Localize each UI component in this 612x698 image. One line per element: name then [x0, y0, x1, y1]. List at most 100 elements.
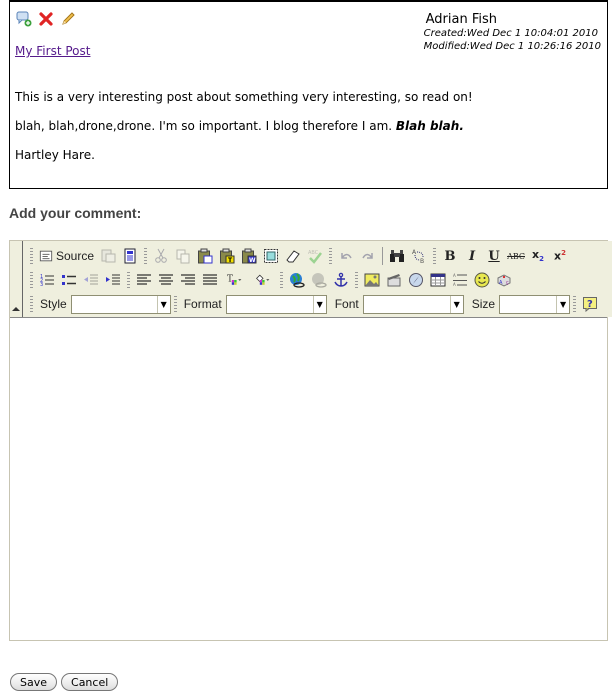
size-dropdown[interactable]: ▼	[499, 294, 571, 314]
background-color-button[interactable]	[249, 269, 277, 291]
post-created-date: Created:Wed Dec 1 10:04:01 2010	[423, 28, 598, 39]
strikethrough-button[interactable]: ABC	[505, 245, 527, 267]
toolbar-grip[interactable]	[433, 247, 437, 265]
chevron-down-icon: ▼	[156, 295, 170, 313]
svg-text:?: ?	[587, 299, 593, 310]
post-paragraph: blah, blah,drone,drone. I'm so important…	[15, 119, 473, 133]
text-color-button[interactable]: T	[221, 269, 249, 291]
chevron-down-icon: ▼	[312, 295, 326, 313]
save-button[interactable]: Save	[10, 673, 58, 691]
text-color-icon: T	[227, 275, 242, 285]
preview-button[interactable]	[97, 245, 119, 267]
subscript-button[interactable]: x2	[527, 245, 549, 267]
collapse-toolbar-icon[interactable]	[12, 307, 20, 311]
comment-add-icon[interactable]	[16, 11, 32, 27]
font-value	[364, 296, 450, 313]
indent-icon	[106, 274, 120, 285]
find-button[interactable]	[386, 245, 408, 267]
delete-x-icon[interactable]	[38, 11, 54, 27]
toolbar-grip[interactable]	[30, 247, 33, 265]
unlink-globe-icon	[312, 273, 327, 288]
numbered-list-button[interactable]: 123	[36, 269, 58, 291]
unlink-button[interactable]	[308, 269, 330, 291]
horizontal-rule-button[interactable]: AA	[449, 269, 471, 291]
post-container: My First Post Adrian Fish Created:Wed De…	[9, 0, 608, 189]
format-dropdown[interactable]: ▼	[225, 294, 327, 314]
smiley-button[interactable]	[471, 269, 493, 291]
toolbar-grip[interactable]	[329, 247, 333, 265]
paste-button[interactable]	[194, 245, 216, 267]
toolbar-grip[interactable]	[144, 247, 148, 265]
justify-button[interactable]	[199, 269, 221, 291]
flash-button[interactable]	[383, 269, 405, 291]
anchor-icon	[334, 272, 348, 287]
bulleted-list-button[interactable]	[58, 269, 80, 291]
horizontal-rule-icon: AA	[453, 273, 467, 287]
font-label: Font	[334, 297, 359, 311]
post-meta: Adrian Fish Created:Wed Dec 1 10:04:01 2…	[424, 12, 601, 53]
align-right-button[interactable]	[177, 269, 199, 291]
outdent-button[interactable]	[80, 269, 102, 291]
comment-editor-body[interactable]	[10, 317, 607, 640]
replace-button[interactable]: AB	[408, 245, 430, 267]
font-dropdown[interactable]: ▼	[362, 294, 464, 314]
toolbar-grip[interactable]	[280, 271, 283, 289]
svg-text:A: A	[453, 273, 456, 278]
special-char-button[interactable]: Aç	[493, 269, 515, 291]
paste-text-button[interactable]: T	[216, 245, 238, 267]
italic-button[interactable]: I	[461, 245, 483, 267]
cancel-button[interactable]: Cancel	[61, 673, 119, 691]
underline-icon: U	[488, 248, 500, 264]
link-button[interactable]	[286, 269, 308, 291]
underline-button[interactable]: U	[483, 245, 505, 267]
toolbar-row-2: 123 T AA Aç	[27, 268, 515, 292]
paste-word-button[interactable]: W	[238, 245, 260, 267]
align-center-button[interactable]	[155, 269, 177, 291]
comment-heading: Add your comment:	[9, 205, 142, 221]
indent-button[interactable]	[102, 269, 124, 291]
paste-icon	[198, 248, 213, 264]
pencil-icon[interactable]	[60, 11, 76, 27]
copy-button[interactable]	[172, 245, 194, 267]
format-value	[227, 296, 313, 313]
binoculars-icon	[390, 250, 405, 262]
templates-icon	[124, 248, 136, 264]
spellcheck-icon: ABC	[308, 250, 323, 264]
remove-format-button[interactable]	[282, 245, 304, 267]
image-icon	[364, 273, 380, 287]
style-value	[72, 296, 157, 313]
toolbar-grip[interactable]	[30, 271, 33, 289]
align-left-button[interactable]	[133, 269, 155, 291]
image-button[interactable]	[361, 269, 383, 291]
templates-button[interactable]	[119, 245, 141, 267]
size-label: Size	[471, 297, 496, 311]
spellcheck-button[interactable]: ABC	[304, 245, 326, 267]
source-button[interactable]: Source	[36, 245, 97, 267]
post-title-link[interactable]: My First Post	[15, 44, 90, 58]
table-button[interactable]	[427, 269, 449, 291]
toolbar-grip[interactable]	[173, 295, 177, 313]
justify-icon	[203, 274, 217, 285]
special-link-button[interactable]	[405, 269, 427, 291]
help-icon: ?	[583, 297, 598, 312]
link-globe-icon	[290, 273, 305, 288]
undo-button[interactable]	[335, 245, 357, 267]
svg-text:A: A	[499, 280, 503, 286]
help-button[interactable]: ?	[579, 293, 601, 315]
align-right-icon	[181, 274, 195, 285]
style-dropdown[interactable]: ▼	[70, 294, 171, 314]
chevron-down-icon: ▼	[556, 295, 570, 313]
toolbar-grip[interactable]	[127, 271, 130, 289]
toolbar-grip[interactable]	[355, 271, 358, 289]
redo-button[interactable]	[357, 245, 379, 267]
svg-text:3: 3	[40, 282, 43, 288]
outdent-icon	[84, 274, 98, 285]
select-all-button[interactable]	[260, 245, 282, 267]
toolbar-grip[interactable]	[30, 295, 33, 313]
cut-button[interactable]	[150, 245, 172, 267]
superscript-button[interactable]: x2	[549, 245, 571, 267]
anchor-button[interactable]	[330, 269, 352, 291]
format-label: Format	[183, 297, 222, 311]
bold-button[interactable]: B	[439, 245, 461, 267]
toolbar-grip[interactable]	[573, 295, 577, 313]
